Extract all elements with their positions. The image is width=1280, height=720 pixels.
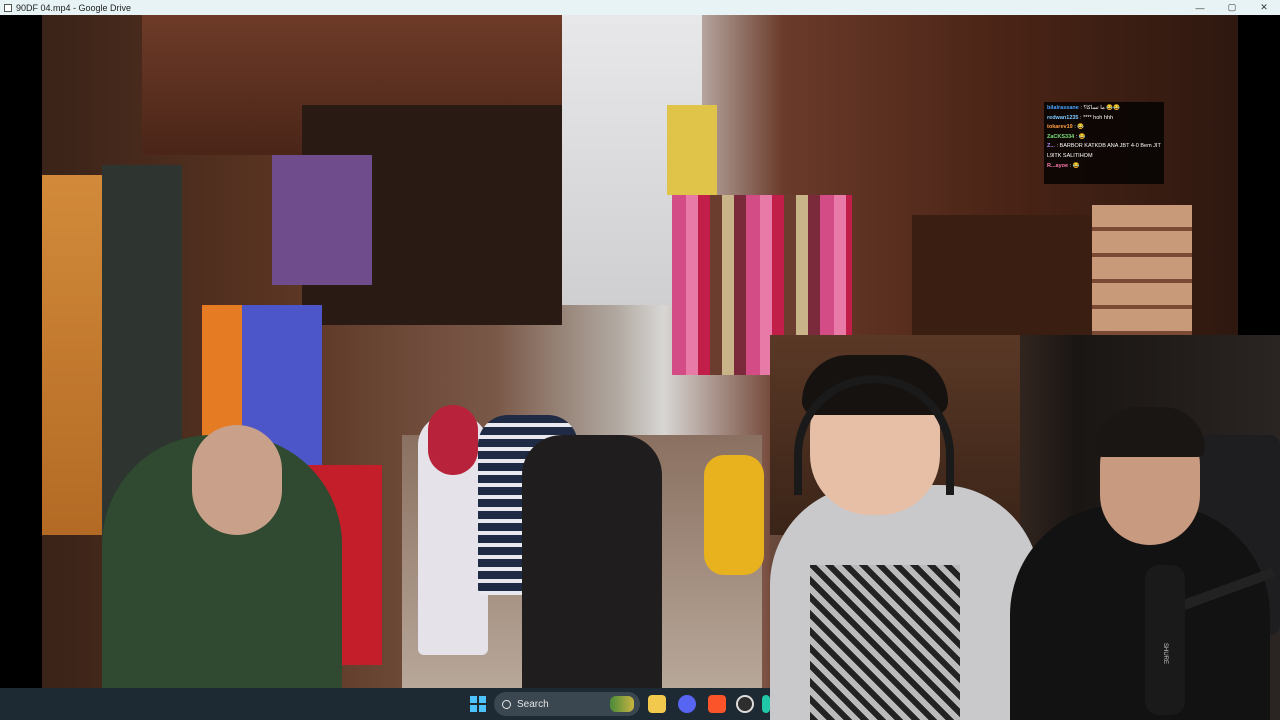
- scene-person: [704, 455, 764, 575]
- chat-username: R...ayoe: [1047, 162, 1069, 169]
- discord-icon[interactable]: [678, 695, 696, 713]
- maximize-button[interactable]: ▢: [1216, 0, 1248, 15]
- chat-separator: :: [1080, 105, 1082, 111]
- chat-message: tokarev19 : 😂: [1047, 123, 1161, 133]
- scene-scarf-yellow: [667, 105, 717, 195]
- chat-text: **** hoh hhh: [1083, 114, 1114, 121]
- scene-person-head: [428, 405, 478, 475]
- chat-text: BARBOR KATKDB ANA JBT 4-0 Bem JIT L9lTK …: [1047, 143, 1161, 159]
- brave-icon[interactable]: [708, 695, 726, 713]
- search-placeholder: Search: [517, 698, 549, 710]
- window-controls: — ▢ ✕: [1184, 0, 1280, 15]
- stream-chat-overlay: bilalrassane : ما تساكا؟ 😂😂 redwan1235 :…: [1044, 102, 1164, 184]
- scene-person-head: [192, 425, 282, 535]
- chat-message: bilalrassane : ما تساكا؟ 😂😂: [1047, 104, 1161, 114]
- window-titlebar: 90DF 04.mp4 - Google Drive — ▢ ✕: [0, 0, 1280, 15]
- chat-message: ZaCKS334 : 😂: [1047, 133, 1161, 143]
- chat-text: ما تساكا؟ 😂😂: [1083, 105, 1121, 111]
- chat-separator: :: [1075, 133, 1078, 140]
- chat-username: tokarev19: [1047, 124, 1073, 131]
- hoodie-graphic: [810, 565, 960, 720]
- search-highlight-icon: [610, 696, 634, 712]
- chat-text: 😂: [1078, 133, 1086, 140]
- app-icon[interactable]: [762, 695, 770, 713]
- chat-username: ZaCKS334: [1047, 133, 1075, 140]
- close-button[interactable]: ✕: [1248, 0, 1280, 15]
- obs-icon[interactable]: [736, 695, 754, 713]
- minimize-button[interactable]: —: [1184, 0, 1216, 15]
- file-explorer-icon[interactable]: [648, 695, 666, 713]
- scene-person: [522, 435, 662, 688]
- window-title: 90DF 04.mp4 - Google Drive: [16, 2, 132, 13]
- chat-separator: :: [1080, 114, 1082, 121]
- chat-text: 😂: [1072, 162, 1080, 169]
- microphone-icon: [1145, 565, 1185, 715]
- chat-message: Z... : BARBOR KATKDB ANA JBT 4-0 Bem JIT…: [1047, 142, 1161, 161]
- search-icon: [502, 699, 511, 709]
- mic-brand-label: SHURE: [1162, 643, 1168, 665]
- taskbar-search-box[interactable]: Search: [494, 692, 640, 716]
- chat-separator: :: [1069, 162, 1072, 169]
- scene-fabric-purple: [272, 155, 372, 285]
- app-icon: [4, 3, 12, 12]
- webcam-panel: SHURE: [770, 335, 1280, 720]
- chat-username: Z...: [1047, 143, 1055, 150]
- chat-separator: :: [1056, 143, 1059, 150]
- chat-separator: :: [1074, 124, 1076, 131]
- chat-message: R...ayoe : 😂: [1047, 162, 1161, 172]
- chat-username: redwan1235: [1047, 114, 1079, 121]
- chat-username: bilalrassane: [1047, 105, 1079, 111]
- taskbar: Search: [0, 688, 770, 720]
- windows-start-icon[interactable]: [470, 696, 486, 712]
- guest-hair: [1095, 407, 1205, 457]
- chat-text: 😂: [1077, 124, 1085, 131]
- chat-message: redwan1235 : **** hoh hhh: [1047, 114, 1161, 124]
